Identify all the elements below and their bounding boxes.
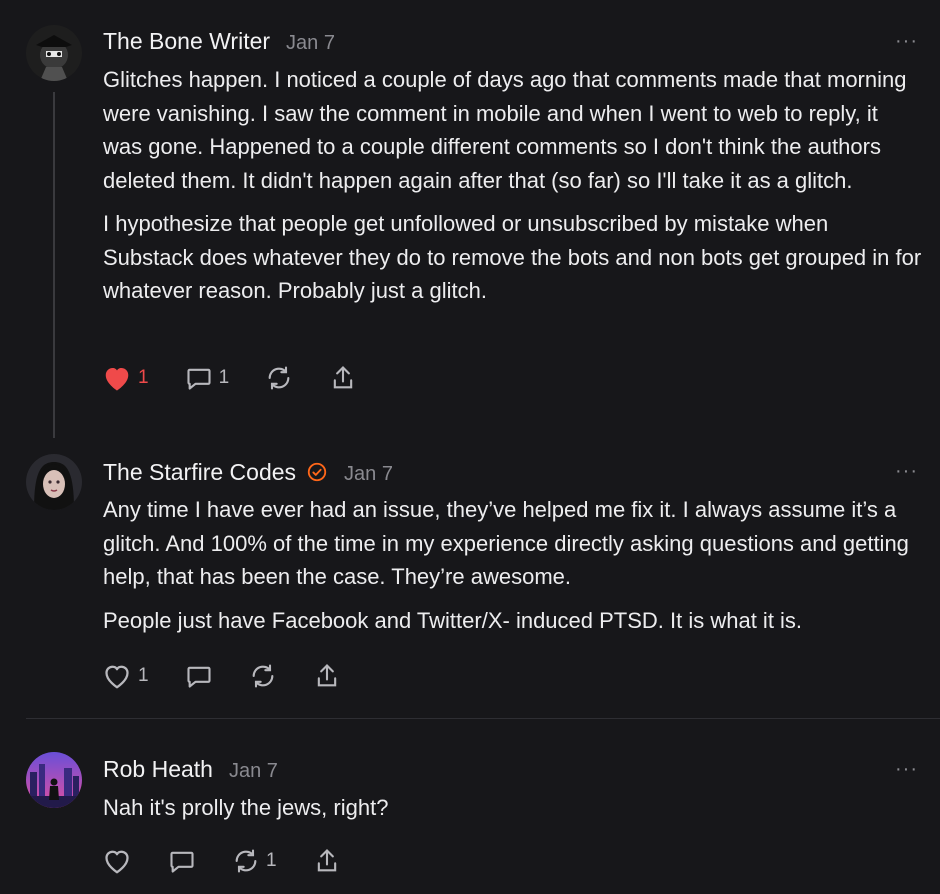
share-button[interactable] bbox=[329, 364, 357, 392]
avatar[interactable] bbox=[26, 752, 82, 808]
comment-paragraph: Any time I have ever had an issue, they’… bbox=[103, 497, 909, 589]
comment-date[interactable]: Jan 7 bbox=[229, 760, 278, 783]
comment-date[interactable]: Jan 7 bbox=[344, 463, 393, 486]
heart-outline-icon bbox=[105, 850, 129, 874]
share-icon bbox=[317, 849, 336, 872]
comment-bubble-icon bbox=[187, 368, 211, 390]
reply-button[interactable]: 1 bbox=[185, 364, 230, 392]
like-button[interactable]: 1 bbox=[102, 662, 149, 690]
comment-paragraph: Nah it's prolly the jews, right? bbox=[103, 795, 389, 820]
author-name[interactable]: Rob Heath bbox=[103, 756, 213, 783]
like-button[interactable] bbox=[102, 847, 132, 875]
comment-paragraph: People just have Facebook and Twitter/X-… bbox=[103, 607, 803, 633]
author-name[interactable]: The Bone Writer bbox=[103, 28, 270, 55]
comment-paragraph: Glitches happen. I noticed a couple of d… bbox=[103, 67, 907, 193]
reply-count: 1 bbox=[218, 367, 230, 388]
share-button[interactable] bbox=[313, 662, 341, 690]
more-options-icon[interactable]: ··· bbox=[895, 30, 918, 53]
thread-line bbox=[53, 92, 55, 438]
comment-paragraph: I hypothesize that people get unfollowed… bbox=[103, 211, 922, 303]
reply-button[interactable] bbox=[185, 662, 213, 690]
comment-actions: 1 bbox=[102, 662, 377, 690]
comment-date[interactable]: Jan 7 bbox=[286, 32, 335, 55]
author-name[interactable]: The Starfire Codes bbox=[103, 459, 296, 486]
restack-button[interactable] bbox=[265, 364, 293, 392]
share-button[interactable] bbox=[313, 847, 341, 875]
comment-body: Nah it's prolly the jews, right? bbox=[103, 791, 923, 835]
more-options-icon[interactable]: ··· bbox=[895, 758, 918, 781]
reply-button[interactable] bbox=[168, 847, 196, 875]
comment-actions: 1 bbox=[102, 847, 377, 875]
like-count: 1 bbox=[138, 665, 149, 686]
restack-button[interactable] bbox=[249, 662, 277, 690]
like-count: 1 bbox=[138, 367, 149, 388]
comment-divider bbox=[26, 718, 940, 719]
verified-check-icon bbox=[306, 461, 328, 483]
comment-body: Glitches happen. I noticed a couple of d… bbox=[103, 63, 923, 318]
more-options-icon[interactable]: ··· bbox=[895, 460, 918, 483]
comment-actions: 1 1 bbox=[102, 364, 393, 392]
like-button[interactable]: 1 bbox=[102, 364, 149, 392]
share-icon bbox=[333, 366, 353, 389]
restack-count: 1 bbox=[266, 850, 277, 871]
restack-icon bbox=[235, 849, 257, 873]
heart-outline-icon bbox=[105, 665, 129, 689]
restack-button[interactable]: 1 bbox=[232, 847, 277, 875]
avatar[interactable] bbox=[26, 25, 82, 81]
comment-body: Any time I have ever had an issue, they’… bbox=[103, 493, 923, 647]
restack-icon bbox=[252, 664, 273, 688]
restack-icon bbox=[268, 366, 290, 390]
share-icon bbox=[317, 664, 336, 687]
avatar[interactable] bbox=[26, 454, 82, 510]
heart-filled-icon bbox=[105, 368, 129, 391]
comment-bubble-icon bbox=[170, 851, 194, 873]
comment-bubble-icon bbox=[187, 666, 211, 688]
